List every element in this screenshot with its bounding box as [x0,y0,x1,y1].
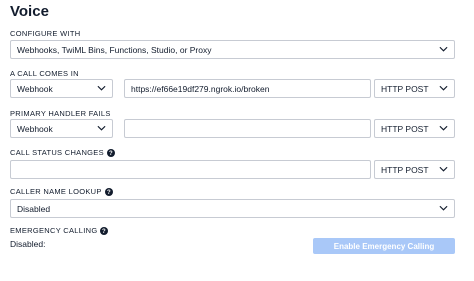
call-comes-in-method-value: HTTP POST [381,83,429,94]
primary-handler-fails-label: PRIMARY HANDLER FAILS [10,109,111,118]
primary-handler-fails-label-text: PRIMARY HANDLER FAILS [10,109,111,118]
emergency-calling-label-text: EMERGENCY CALLING [10,226,98,235]
configure-with-value: Webhooks, TwiML Bins, Functions, Studio,… [17,44,212,55]
chevron-down-icon [439,85,448,91]
caller-name-lookup-label-text: CALLER NAME LOOKUP [10,187,102,196]
primary-handler-method-select[interactable]: HTTP POST [374,119,455,138]
call-status-url-input[interactable] [10,160,371,179]
call-status-changes-label-text: CALL STATUS CHANGES [10,148,104,157]
call-comes-in-url-value: https://ef66e19df279.ngrok.io/broken [131,83,270,94]
chevron-down-icon [97,125,106,131]
help-icon[interactable]: ? [100,226,109,235]
call-comes-in-type-select[interactable]: Webhook [10,79,113,98]
configure-with-select[interactable]: Webhooks, TwiML Bins, Functions, Studio,… [10,40,455,59]
enable-emergency-calling-button[interactable]: Enable Emergency Calling [313,238,455,254]
emergency-calling-status: Disabled: [10,239,46,249]
primary-handler-method-value: HTTP POST [381,123,429,134]
primary-handler-type-value: Webhook [17,123,53,134]
svg-text:?: ? [103,229,107,235]
section-title: Voice [10,3,49,20]
emergency-calling-label: EMERGENCY CALLING ? [10,226,109,235]
call-status-changes-label: CALL STATUS CHANGES ? [10,148,115,157]
call-comes-in-label: A CALL COMES IN [10,69,79,78]
chevron-down-icon [439,125,448,131]
call-comes-in-url-input[interactable]: https://ef66e19df279.ngrok.io/broken [124,79,371,98]
primary-handler-type-select[interactable]: Webhook [10,119,113,138]
configure-with-label-text: CONFIGURE WITH [10,29,81,38]
chevron-down-icon [97,85,106,91]
caller-name-lookup-select[interactable]: Disabled [10,199,455,218]
help-icon[interactable]: ? [104,187,113,196]
primary-handler-url-input[interactable] [124,119,371,138]
call-comes-in-type-value: Webhook [17,83,53,94]
svg-text:?: ? [109,151,113,157]
call-comes-in-label-text: A CALL COMES IN [10,69,79,78]
svg-text:?: ? [107,190,111,196]
call-comes-in-method-select[interactable]: HTTP POST [374,79,455,98]
chevron-down-icon [439,166,448,172]
help-icon[interactable]: ? [106,148,115,157]
chevron-down-icon [439,205,448,211]
call-status-method-select[interactable]: HTTP POST [374,160,455,179]
caller-name-lookup-label: CALLER NAME LOOKUP ? [10,187,113,196]
call-status-method-value: HTTP POST [381,164,429,175]
configure-with-label: CONFIGURE WITH [10,29,80,38]
caller-name-lookup-value: Disabled [17,203,51,214]
chevron-down-icon [439,46,448,52]
